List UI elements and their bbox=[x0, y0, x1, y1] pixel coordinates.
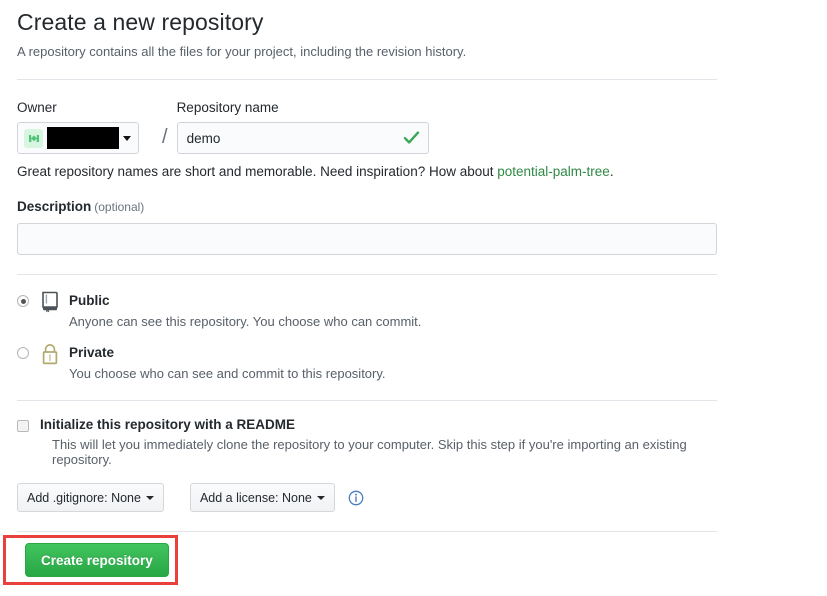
repo-book-icon bbox=[40, 291, 60, 318]
hint-text-after: . bbox=[609, 164, 614, 179]
license-dropdown[interactable]: Add a license: None bbox=[189, 483, 335, 512]
chevron-down-icon bbox=[123, 135, 131, 141]
template-dropdown-row: Add .gitignore: None Add a license: None bbox=[17, 483, 717, 512]
readme-checkbox[interactable] bbox=[17, 420, 29, 432]
chevron-down-icon bbox=[316, 495, 325, 500]
owner-name-redacted bbox=[47, 127, 119, 149]
radio-public[interactable] bbox=[17, 295, 29, 307]
visibility-private-text: Private You choose who can see and commi… bbox=[69, 343, 386, 381]
create-repository-button[interactable]: Create repository bbox=[25, 543, 169, 577]
description-input[interactable] bbox=[17, 223, 717, 255]
repository-name-input-wrap bbox=[176, 122, 429, 154]
create-repository-form: Create a new repository A repository con… bbox=[3, 0, 717, 585]
radio-private[interactable] bbox=[17, 347, 29, 359]
page-title: Create a new repository bbox=[17, 9, 264, 35]
divider-description bbox=[17, 274, 717, 275]
description-optional-label: (optional) bbox=[94, 200, 145, 214]
repository-name-label: Repository name bbox=[176, 100, 279, 115]
owner-and-name-row: Owner / Repository name bbox=[17, 100, 717, 154]
info-icon[interactable] bbox=[348, 490, 364, 506]
visibility-private-description: You choose who can see and commit to thi… bbox=[69, 366, 386, 381]
owner-name-separator: / bbox=[162, 126, 168, 148]
owner-select[interactable] bbox=[17, 122, 139, 154]
chevron-down-icon bbox=[145, 495, 154, 500]
visibility-public-text: Public Anyone can see this repository. Y… bbox=[69, 291, 421, 329]
description-block: Description (optional) bbox=[17, 198, 717, 255]
user-avatar-icon bbox=[24, 128, 43, 148]
visibility-private-title: Private bbox=[69, 345, 115, 360]
license-dropdown-label: Add a license: None bbox=[199, 490, 312, 505]
hint-text-before: Great repository names are short and mem… bbox=[17, 164, 498, 179]
readme-row[interactable]: Initialize this repository with a README bbox=[17, 417, 717, 432]
visibility-public-description: Anyone can see this repository. You choo… bbox=[69, 314, 422, 329]
page-subtitle: A repository contains all the files for … bbox=[17, 44, 467, 59]
repository-name-column: Repository name bbox=[176, 100, 429, 154]
repository-name-input[interactable] bbox=[176, 122, 429, 154]
readme-description: This will let you immediately clone the … bbox=[52, 437, 687, 467]
description-label: Description bbox=[17, 199, 92, 214]
visibility-option-public[interactable]: Public Anyone can see this repository. Y… bbox=[17, 291, 717, 329]
visibility-block: Public Anyone can see this repository. Y… bbox=[17, 291, 717, 381]
lock-icon bbox=[40, 343, 60, 370]
owner-label: Owner bbox=[17, 100, 57, 115]
submit-area: Create repository bbox=[3, 532, 717, 585]
visibility-option-private[interactable]: Private You choose who can see and commi… bbox=[17, 343, 717, 381]
divider-visibility bbox=[17, 400, 717, 401]
owner-column: Owner bbox=[17, 100, 153, 154]
gitignore-dropdown[interactable]: Add .gitignore: None bbox=[17, 483, 164, 512]
suggested-name-link[interactable]: potential-palm-tree bbox=[497, 164, 610, 179]
divider-header bbox=[17, 79, 717, 80]
readme-block: Initialize this repository with a README… bbox=[17, 417, 717, 512]
repository-name-hint: Great repository names are short and mem… bbox=[17, 164, 717, 179]
visibility-public-title: Public bbox=[69, 293, 110, 308]
readme-title: Initialize this repository with a README bbox=[40, 417, 296, 432]
gitignore-dropdown-label: Add .gitignore: None bbox=[27, 490, 141, 505]
